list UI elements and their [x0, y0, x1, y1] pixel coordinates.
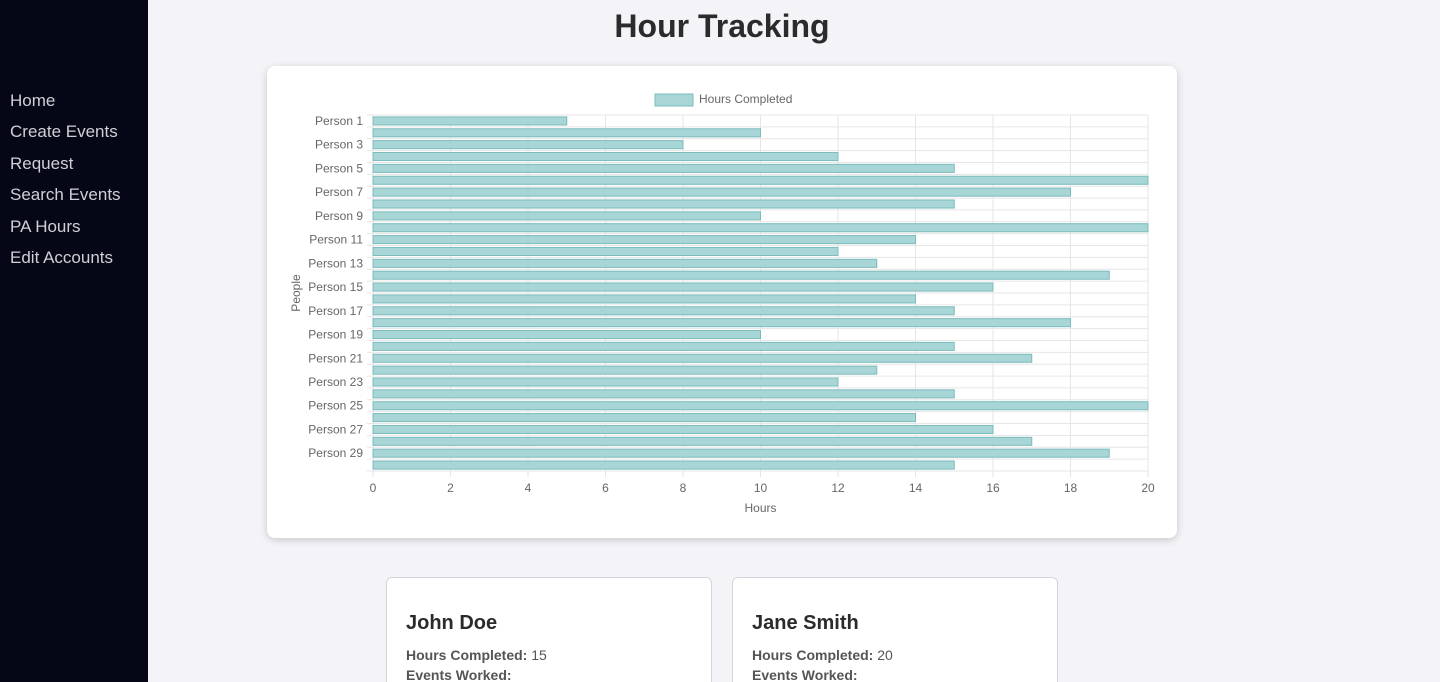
bar	[372, 365, 878, 375]
x-tick-label: 6	[602, 481, 609, 495]
x-tick-label: 8	[680, 481, 687, 495]
x-tick-label: 0	[370, 481, 377, 495]
bar	[372, 140, 684, 150]
hours-completed: Hours Completed: 15	[406, 645, 692, 665]
x-tick-label: 18	[1064, 481, 1078, 495]
bar	[372, 341, 955, 351]
x-tick-label: 10	[754, 481, 768, 495]
x-tick-label: 20	[1141, 481, 1155, 495]
y-tick-label: Person 1	[315, 114, 363, 128]
hours-completed-value: 20	[877, 647, 893, 663]
chart-card: 0 2 4 6 8 10 12 14 16 18 20 Person 1 Person 3 Person …	[267, 66, 1177, 538]
hours-completed-value: 15	[531, 647, 547, 663]
sidebar-item-request[interactable]: Request	[0, 153, 148, 184]
bar	[372, 424, 994, 435]
bar	[372, 448, 1110, 458]
y-tick-label: Person 15	[308, 280, 363, 294]
bar	[372, 199, 955, 209]
bar	[372, 436, 1033, 446]
bar	[372, 318, 1071, 328]
x-tick-label: 12	[831, 481, 845, 495]
hours-completed-label: Hours Completed:	[406, 647, 528, 663]
page-title: Hour Tracking	[614, 8, 830, 44]
events-worked-label: Events Worked:	[406, 667, 512, 682]
bar	[372, 187, 1071, 197]
bar	[372, 401, 1149, 411]
sidebar-item-create-events[interactable]: Create Events	[0, 121, 148, 152]
hours-bar-chart: 0 2 4 6 8 10 12 14 16 18 20 Person 1 Person 3 Person …	[289, 92, 1155, 515]
bar	[372, 223, 1149, 233]
sidebar-item-search-events[interactable]: Search Events	[0, 184, 148, 215]
y-tick-label: Person 27	[308, 422, 363, 436]
hours-completed: Hours Completed: 20	[752, 645, 1038, 665]
x-tick-label: 4	[525, 481, 532, 495]
events-worked: Events Worked:	[752, 665, 1038, 682]
y-tick-label: Person 23	[308, 375, 363, 389]
legend-swatch	[654, 93, 694, 107]
x-tick-label: 16	[986, 481, 1000, 495]
x-tick-label: 14	[909, 481, 923, 495]
bar	[372, 270, 1110, 280]
person-name: John Doe	[406, 612, 498, 634]
bar	[372, 353, 1033, 363]
y-tick-label: Person 25	[308, 399, 363, 413]
events-worked-label: Events Worked:	[752, 667, 858, 682]
bar	[372, 116, 568, 126]
bar	[372, 306, 955, 316]
bar	[372, 211, 761, 221]
bar	[372, 258, 878, 268]
bar	[372, 235, 916, 245]
bar	[372, 389, 955, 399]
bar	[372, 329, 761, 340]
sidebar-item-pa-hours[interactable]: PA Hours	[0, 216, 148, 247]
y-tick-label: Person 3	[315, 138, 363, 152]
events-worked: Events Worked:	[406, 665, 692, 682]
y-tick-label: Person 5	[315, 161, 363, 175]
y-tick-label: Person 19	[308, 328, 363, 342]
y-tick-label: Person 21	[308, 351, 363, 365]
bar	[372, 377, 839, 387]
person-card: Jane Smith Hours Completed: 20 Events Wo…	[732, 577, 1058, 682]
y-tick-label: Person 17	[308, 304, 363, 318]
x-axis-title: Hours	[744, 501, 776, 515]
y-tick-label: Person 11	[309, 233, 363, 247]
y-tick-label: Person 29	[308, 446, 363, 460]
sidebar: Home Create Events Request Search Events…	[0, 0, 148, 682]
bar	[372, 460, 955, 470]
legend-label: Hours Completed	[699, 92, 792, 106]
y-axis-title: People	[289, 274, 303, 312]
bar	[372, 128, 761, 138]
bar	[372, 175, 1149, 185]
bar	[372, 294, 916, 304]
y-tick-label: Person 13	[308, 256, 363, 270]
sidebar-item-edit-accounts[interactable]: Edit Accounts	[0, 247, 148, 278]
bar	[372, 151, 839, 162]
sidebar-item-home[interactable]: Home	[0, 90, 148, 121]
x-tick-label: 2	[447, 481, 454, 495]
person-name: Jane Smith	[752, 612, 859, 634]
bar	[372, 413, 916, 423]
y-tick-label: Person 9	[315, 209, 363, 223]
bar	[372, 246, 839, 257]
y-tick-label: Person 7	[315, 185, 363, 199]
bar	[372, 163, 955, 173]
bar	[372, 282, 994, 292]
hours-completed-label: Hours Completed:	[752, 647, 874, 663]
person-card: John Doe Hours Completed: 15 Events Work…	[386, 577, 712, 682]
